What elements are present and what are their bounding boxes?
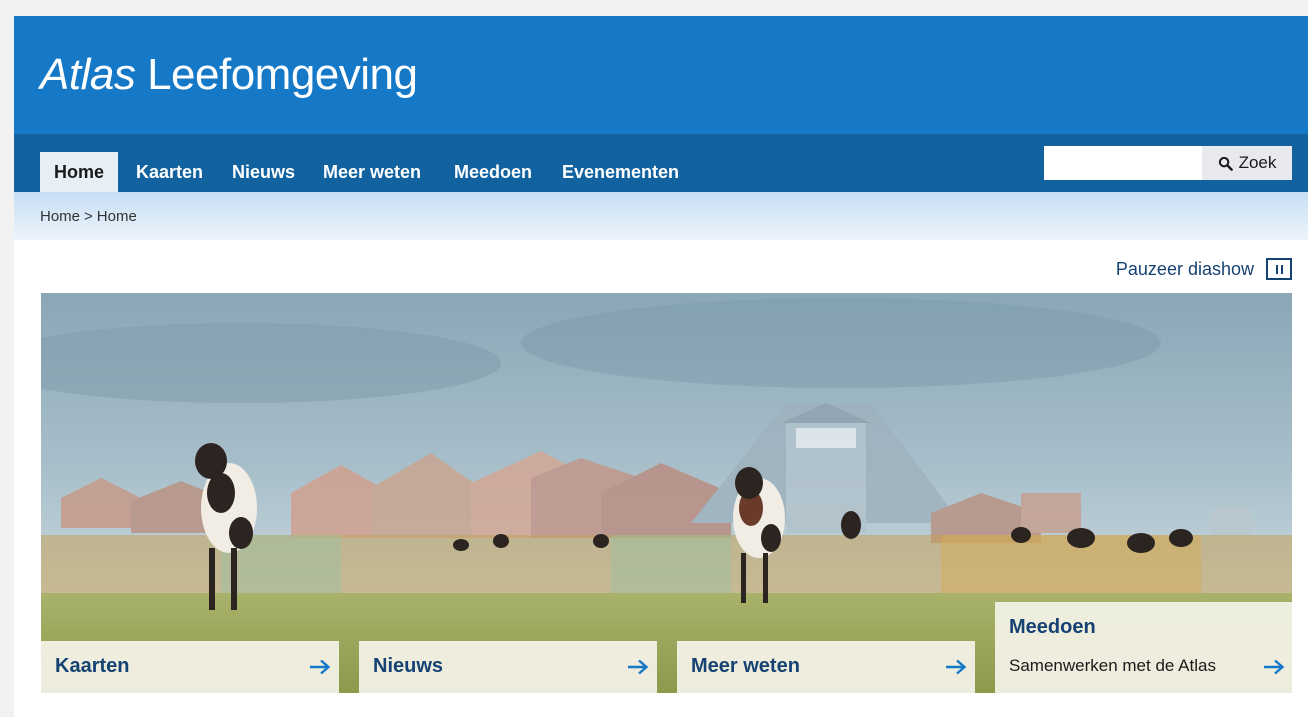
arrow-right-icon [946,659,967,675]
pause-slideshow-label: Pauzeer diashow [1115,258,1254,279]
site-title-atlas: Atlas [40,50,136,99]
arrow-right-icon [628,659,649,675]
nav-item-meer-weten[interactable]: Meer weten [323,152,421,192]
breadcrumb-home-link[interactable]: Home [40,208,80,225]
breadcrumb-bar: Home > Home [14,192,1308,240]
nav-item-home[interactable]: Home [40,152,119,192]
breadcrumb: Home > Home [40,208,137,225]
nav-item-evenementen[interactable]: Evenementen [562,152,679,192]
search-icon [1218,156,1233,171]
tile-kaarten[interactable]: Kaarten [41,641,339,693]
arrow-right-icon [1264,659,1285,675]
tile-meedoen-subtitle: Samenwerken met de Atlas [1009,656,1216,675]
site-title[interactable]: Atlas Leefomgeving [40,50,418,100]
hero-slideshow: Kaarten Nieuws Meer weten Meedoen Samenw… [41,293,1292,693]
page: Atlas Leefomgeving Home Kaarten Nieuws M… [14,16,1308,717]
pause-icon [1266,258,1292,280]
tile-meer-weten-title: Meer weten [691,655,800,677]
nav-item-nieuws[interactable]: Nieuws [232,152,295,192]
breadcrumb-separator: > [84,208,93,225]
nav-item-kaarten[interactable]: Kaarten [136,152,203,192]
tile-nieuws[interactable]: Nieuws [359,641,657,693]
site-header: Atlas Leefomgeving [14,16,1308,134]
search-button[interactable]: Zoek [1202,146,1292,180]
tile-meedoen-title: Meedoen [1009,616,1096,638]
main-navigation: Home Kaarten Nieuws Meer weten Meedoen E… [14,134,1308,192]
breadcrumb-current: Home [96,208,137,225]
arrow-right-icon [310,659,331,675]
search-button-label: Zoek [1238,153,1277,172]
nav-item-meedoen[interactable]: Meedoen [454,152,532,192]
tile-nieuws-title: Nieuws [373,655,444,677]
tile-meedoen[interactable]: Meedoen Samenwerken met de Atlas [995,602,1292,693]
tile-kaarten-title: Kaarten [55,655,130,677]
pause-slideshow-button[interactable]: Pauzeer diashow [1116,258,1292,280]
site-title-leefomgeving: Leefomgeving [147,50,418,99]
search-form: Zoek [1044,146,1292,180]
tile-meer-weten[interactable]: Meer weten [677,641,975,693]
search-input[interactable] [1044,146,1202,180]
